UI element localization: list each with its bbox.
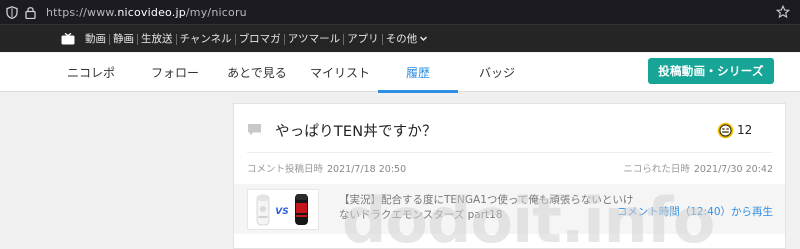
play-from-comment-time-link[interactable]: コメント時間（12:40）から再生 [617, 204, 773, 219]
tab-label: フォロー [150, 66, 199, 80]
nav-link-atsumaru[interactable]: アツマール [283, 33, 344, 45]
tab-watch-later[interactable]: あとで見る [219, 53, 295, 92]
shield-icon[interactable] [6, 5, 18, 19]
nav-link-channel[interactable]: チャンネル [175, 33, 235, 45]
nav-link-more[interactable]: その他 [381, 32, 432, 45]
nicoru-card: やっぱりTEN丼ですか？ 12 コメント投稿日時 2021/7/18 20:50 … [233, 103, 786, 249]
nav-link-douga[interactable]: 動画 [82, 33, 109, 45]
tab-label: ニコレポ [66, 66, 115, 80]
tab-label: マイリスト [309, 66, 370, 80]
posted-date: 2021/7/18 20:50 [327, 164, 407, 175]
comment-text: やっぱりTEN丼ですか？ [275, 124, 437, 140]
browser-url-bar[interactable]: https://www.nicovideo.jp/my/nicoru [0, 0, 800, 24]
tab-label: 履歴 [405, 66, 430, 80]
thumbnail-image: VS [256, 194, 308, 226]
url-prefix: https://www. [46, 5, 118, 19]
tab-follow[interactable]: フォロー [140, 53, 210, 92]
comment-posted-meta: コメント投稿日時 2021/7/18 20:50 [247, 161, 406, 175]
posted-videos-series-button[interactable]: 投稿動画・シリーズ [648, 58, 774, 84]
global-nav-links: 動画 静画 生放送 チャンネル ブロマガ アツマール アプリ その他 [82, 25, 431, 53]
nicoru-date-meta: ニコられた日時 2021/7/30 20:42 [623, 161, 773, 175]
nicoru-icon[interactable] [717, 122, 734, 139]
tab-label: あとで見る [227, 66, 287, 80]
nav-link-more-label: その他 [385, 32, 418, 45]
star-icon[interactable] [776, 5, 790, 19]
comment-bubble-icon [248, 124, 261, 136]
nav-link-blomaga[interactable]: ブロマガ [234, 33, 284, 45]
nicoru-date-label: ニコられた日時 [623, 164, 690, 175]
nav-link-apps[interactable]: アプリ [343, 33, 382, 45]
lock-icon[interactable] [25, 6, 36, 19]
tab-badge[interactable]: バッジ [464, 53, 530, 92]
nav-link-seiga[interactable]: 静画 [109, 33, 137, 45]
mypage-tabs: ニコレポ フォロー あとで見る マイリスト 履歴 バッジ 投稿動画・シリーズ [0, 53, 800, 93]
nicoru-count: 12 [737, 123, 753, 137]
url-text[interactable]: https://www.nicovideo.jp/my/nicoru [46, 6, 247, 19]
tab-nicorepo[interactable]: ニコレポ [58, 53, 124, 92]
active-tab-indicator [378, 90, 458, 93]
video-thumbnail[interactable]: VS [247, 189, 319, 230]
url-domain: nicovideo.jp [117, 5, 186, 19]
site-global-nav: 動画 静画 生放送 チャンネル ブロマガ アツマール アプリ その他 [0, 24, 800, 52]
divider [247, 152, 772, 153]
niconico-tv-icon[interactable] [61, 33, 75, 45]
nicoru-date: 2021/7/30 20:42 [693, 164, 773, 175]
video-title-link[interactable]: 【実況】配合する度にTENGA1つ使って俺も頑張らないといけないドラクエモンスタ… [339, 193, 639, 223]
thumbnail-vs-text: VS [275, 207, 288, 217]
chevron-down-icon [420, 36, 428, 42]
tab-history[interactable]: 履歴 [378, 53, 458, 93]
url-path: /my/nicoru [185, 5, 247, 19]
tab-mylist[interactable]: マイリスト [302, 53, 378, 92]
nav-link-live[interactable]: 生放送 [137, 33, 176, 45]
tab-label: バッジ [478, 66, 515, 80]
video-row[interactable]: VS 【実況】配合する度にTENGA1つ使って俺も頑張らないといけないドラクエモ… [234, 184, 785, 234]
posted-label: コメント投稿日時 [247, 164, 324, 175]
